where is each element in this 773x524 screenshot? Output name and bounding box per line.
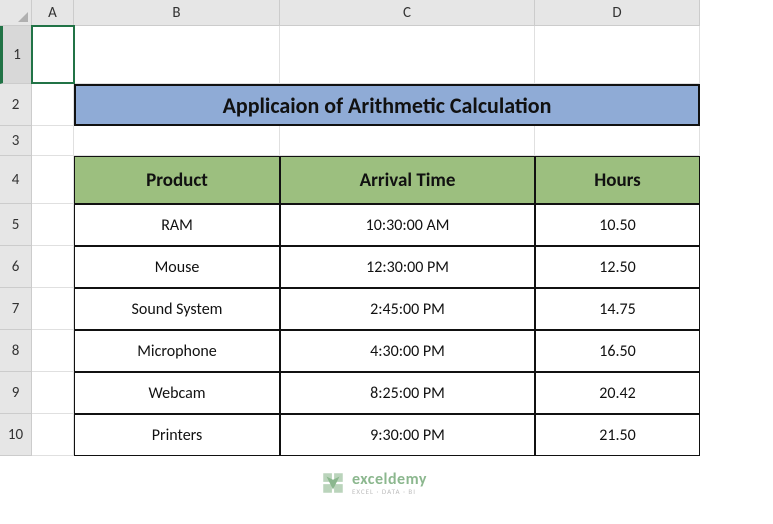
table-row[interactable]: 16.50 [535,330,700,372]
cell-A6[interactable] [32,246,74,288]
cell-C1[interactable] [280,26,535,84]
cell-C3[interactable] [280,126,535,156]
col-header-A[interactable]: A [32,0,74,26]
cell-B1[interactable] [74,26,280,84]
col-header-D[interactable]: D [535,0,700,26]
cell-D1[interactable] [535,26,700,84]
table-row[interactable]: 21.50 [535,414,700,456]
table-row[interactable]: 14.75 [535,288,700,330]
row-header-8[interactable]: 8 [0,330,32,372]
cell-A3[interactable] [32,126,74,156]
table-row[interactable]: 10:30:00 AM [280,204,535,246]
row-header-1[interactable]: 1 [0,26,32,84]
col-header-C[interactable]: C [280,0,535,26]
table-row[interactable]: 20.42 [535,372,700,414]
table-row[interactable]: 12:30:00 PM [280,246,535,288]
title-banner: Applicaion of Arithmetic Calculation [74,84,700,126]
watermark-tagline: EXCEL · DATA · BI [352,488,427,495]
cell-A9[interactable] [32,372,74,414]
cell-A2[interactable] [32,84,74,126]
cell-A10[interactable] [32,414,74,456]
watermark: exceldemy EXCEL · DATA · BI [320,470,427,496]
col-header-B[interactable]: B [74,0,280,26]
table-row[interactable]: RAM [74,204,280,246]
cell-A5[interactable] [32,204,74,246]
row-header-7[interactable]: 7 [0,288,32,330]
cell-A7[interactable] [32,288,74,330]
table-header-arrival[interactable]: Arrival Time [280,156,535,204]
row-header-5[interactable]: 5 [0,204,32,246]
watermark-logo-icon [320,470,346,496]
row-header-9[interactable]: 9 [0,372,32,414]
cell-A4[interactable] [32,156,74,204]
table-row[interactable]: 9:30:00 PM [280,414,535,456]
row-header-4[interactable]: 4 [0,156,32,204]
table-row[interactable]: 2:45:00 PM [280,288,535,330]
table-header-hours[interactable]: Hours [535,156,700,204]
table-row[interactable]: Webcam [74,372,280,414]
table-row[interactable]: 12.50 [535,246,700,288]
table-row[interactable]: 10.50 [535,204,700,246]
row-header-2[interactable]: 2 [0,84,32,126]
spreadsheet-grid[interactable]: A B C D 1 2 Applicaion of Arithmetic Cal… [0,0,773,456]
row-header-3[interactable]: 3 [0,126,32,156]
table-row[interactable]: Sound System [74,288,280,330]
cell-B3[interactable] [74,126,280,156]
table-row[interactable]: Microphone [74,330,280,372]
cell-A1[interactable] [32,26,74,84]
watermark-name: exceldemy [352,472,427,488]
row-header-10[interactable]: 10 [0,414,32,456]
table-row[interactable]: Printers [74,414,280,456]
cell-A8[interactable] [32,330,74,372]
cell-D3[interactable] [535,126,700,156]
table-row[interactable]: 4:30:00 PM [280,330,535,372]
table-row[interactable]: 8:25:00 PM [280,372,535,414]
table-header-product[interactable]: Product [74,156,280,204]
row-header-6[interactable]: 6 [0,246,32,288]
table-row[interactable]: Mouse [74,246,280,288]
select-all-corner[interactable] [0,0,32,26]
